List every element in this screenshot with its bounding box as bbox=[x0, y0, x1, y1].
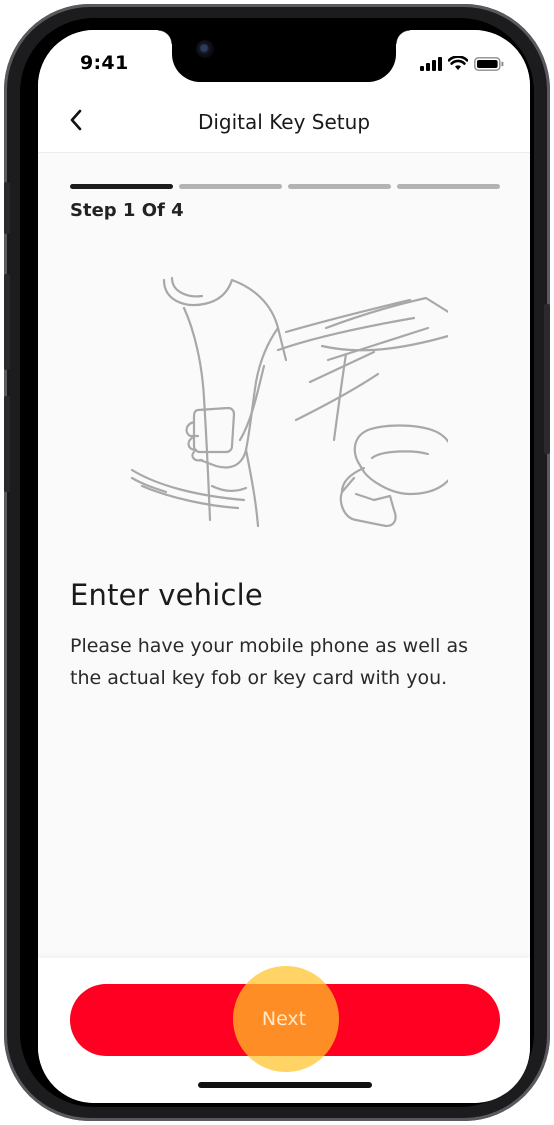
step-progress-bar bbox=[70, 184, 500, 189]
content-heading: Enter vehicle bbox=[70, 578, 263, 612]
camera-notch bbox=[158, 30, 410, 82]
volume-down-button bbox=[4, 396, 10, 492]
person-entering-car-illustration bbox=[130, 276, 448, 528]
navigation-bar: Digital Key Setup bbox=[38, 90, 530, 153]
front-camera bbox=[196, 40, 214, 58]
volume-up-button bbox=[4, 274, 10, 370]
step-label: Step 1 Of 4 bbox=[70, 200, 184, 221]
signal-icon bbox=[420, 56, 442, 71]
power-button bbox=[544, 304, 550, 454]
progress-segment-1 bbox=[70, 184, 173, 189]
home-indicator[interactable] bbox=[198, 1082, 372, 1088]
progress-segment-4 bbox=[397, 184, 500, 189]
mute-switch bbox=[4, 182, 10, 234]
battery-icon bbox=[474, 56, 504, 71]
page-title: Digital Key Setup bbox=[197, 110, 371, 134]
progress-segment-3 bbox=[288, 184, 391, 189]
status-icons bbox=[420, 56, 504, 71]
status-time: 9:41 bbox=[80, 52, 129, 74]
next-button-label: Next bbox=[261, 1008, 307, 1030]
phone-screen: 9:41 Digital Key Setup Step 1 Of 4 Enter… bbox=[38, 30, 530, 1103]
content-description: Please have your mobile phone as well as… bbox=[70, 635, 469, 689]
wifi-icon bbox=[448, 56, 468, 70]
progress-segment-2 bbox=[179, 184, 282, 189]
